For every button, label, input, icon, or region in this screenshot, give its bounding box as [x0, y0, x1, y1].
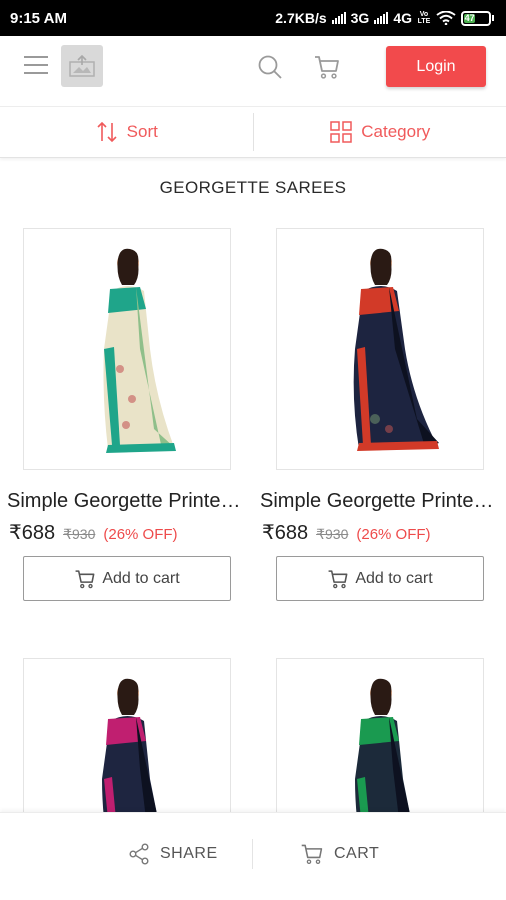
product-image[interactable]: [276, 228, 484, 470]
cart-button[interactable]: CART: [300, 839, 379, 869]
status-time: 9:15 AM: [10, 9, 67, 27]
share-button[interactable]: SHARE: [128, 839, 218, 869]
sort-label: Sort: [126, 122, 158, 141]
product-discount: (26% OFF): [356, 526, 431, 543]
product-image[interactable]: [276, 658, 484, 818]
add-to-cart-label: Add to cart: [355, 569, 433, 587]
wifi-icon: [436, 11, 456, 25]
saree-figure: [102, 678, 158, 818]
battery-icon: 47: [461, 10, 494, 26]
category-button[interactable]: Category: [254, 107, 506, 157]
add-to-cart-button[interactable]: Add to cart: [276, 556, 484, 601]
cart-icon: [328, 569, 348, 588]
cart-icon: [75, 569, 95, 588]
battery-level: 47: [464, 13, 476, 23]
product-mrp: ₹930: [63, 526, 96, 542]
category-label: Category: [361, 122, 431, 141]
price-row: ₹688 ₹930 (26% OFF): [9, 520, 178, 545]
grid-icon: [330, 121, 352, 143]
login-button[interactable]: Login: [386, 46, 486, 87]
product-discount: (26% OFF): [103, 526, 178, 543]
saree-figure: [353, 248, 439, 451]
product-price: ₹688: [262, 522, 309, 544]
product-name[interactable]: Simple Georgette Printed Saree: [7, 490, 247, 513]
cart-icon: [301, 844, 323, 864]
search-icon[interactable]: [256, 53, 284, 81]
sort-icon: [97, 121, 117, 143]
saree-figure: [103, 248, 176, 453]
cart-icon[interactable]: [313, 53, 341, 81]
bottom-divider: [252, 839, 253, 869]
signal-icon: [331, 12, 346, 24]
status-indicators: 2.7KB/s 3G 4G Vo LTE 47: [275, 10, 494, 26]
product-mrp: ₹930: [316, 526, 349, 542]
product-image[interactable]: [23, 228, 231, 470]
cart-label: CART: [334, 845, 380, 862]
add-to-cart-label: Add to cart: [102, 569, 180, 587]
network-speed: 2.7KB/s: [275, 10, 327, 26]
hamburger-menu-icon[interactable]: [24, 56, 48, 78]
page-title: GEORGETTE SAREES: [159, 178, 347, 197]
filter-bar: Sort Category: [0, 106, 506, 158]
image-placeholder-icon: [69, 55, 95, 77]
product-image[interactable]: [23, 658, 231, 818]
share-icon: [129, 843, 149, 865]
signal-icon-2: [374, 12, 389, 24]
status-bar: 9:15 AM 2.7KB/s 3G 4G Vo LTE 47: [0, 0, 506, 36]
price-row: ₹688 ₹930 (26% OFF): [262, 520, 431, 545]
bottom-bar: SHARE CART: [0, 812, 506, 900]
volte-label: Vo LTE: [417, 11, 431, 25]
network-3g: 3G: [350, 10, 370, 26]
product-name[interactable]: Simple Georgette Printed Saree: [260, 490, 500, 513]
share-label: SHARE: [160, 845, 218, 862]
app-header: Login: [0, 36, 506, 102]
add-to-cart-button[interactable]: Add to cart: [23, 556, 231, 601]
product-price: ₹688: [9, 522, 56, 544]
sort-button[interactable]: Sort: [0, 107, 253, 157]
network-4g: 4G: [393, 10, 412, 26]
saree-figure: [355, 678, 411, 818]
app-logo[interactable]: [61, 45, 103, 87]
